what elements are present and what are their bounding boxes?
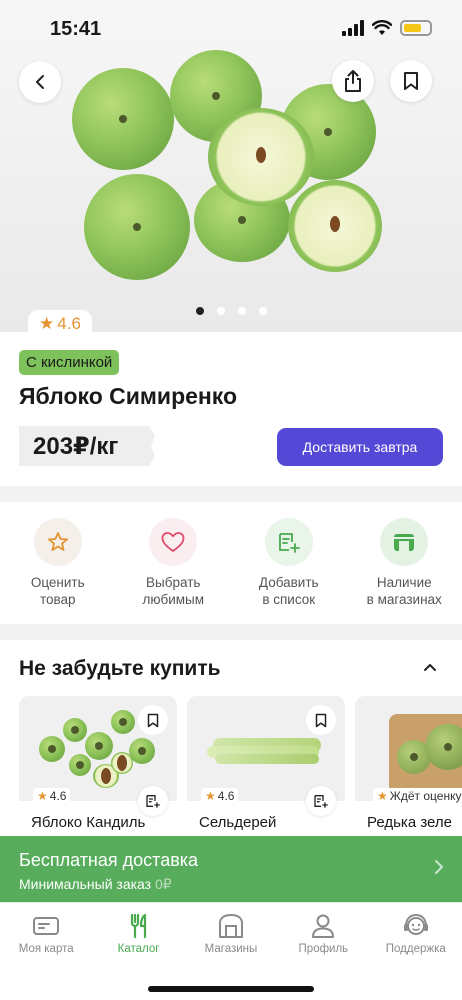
recommendations-section: Не забудьте купить ★ 4.6 Яблоко Кандиль …: [0, 640, 462, 860]
tab-bar: Моя карта Каталог Магазины Профиль Подде…: [0, 902, 462, 1000]
product-card[interactable]: ★ 4.6 Яблоко Кандиль: [19, 696, 177, 846]
star-icon: ★: [205, 789, 216, 803]
apple-half-illustration: [208, 108, 314, 206]
apple-illustration: [84, 174, 190, 280]
apple-illustration: [72, 68, 174, 170]
tab-support[interactable]: Поддержка: [370, 903, 462, 1000]
pagination-dot[interactable]: [217, 307, 225, 315]
status-icons: [342, 20, 432, 36]
bookmark-button[interactable]: [390, 60, 432, 102]
status-bar: 15:41: [0, 0, 462, 58]
share-button[interactable]: [332, 60, 374, 102]
chevron-left-icon: [36, 75, 44, 89]
favorite-action[interactable]: Выбрать любимым: [116, 502, 232, 624]
action-label: Наличие в магазинах: [366, 575, 442, 607]
card-product-name: Редька зеле: [367, 814, 452, 831]
star-icon: ★: [377, 789, 388, 803]
card-bookmark-button[interactable]: [138, 705, 168, 735]
add-to-list-button[interactable]: [306, 786, 336, 816]
store-icon: [380, 518, 429, 566]
apple-half-illustration: [288, 180, 382, 272]
product-info: С кислинкой Яблоко Симиренко 203₽/кг Дос…: [0, 332, 462, 486]
heart-outline-icon: [149, 518, 198, 566]
bookmark-icon: [404, 72, 418, 90]
product-card[interactable]: ★ 4.6 Сельдерей: [187, 696, 345, 846]
pagination-dot[interactable]: [259, 307, 267, 315]
fork-knife-icon: [124, 911, 154, 941]
action-label: Оценить товар: [30, 575, 85, 607]
image-pagination[interactable]: [196, 307, 267, 315]
recommendation-carousel[interactable]: ★ 4.6 Яблоко Кандиль ★ 4.6 Сельдерей ★ Ж…: [19, 696, 462, 846]
card-product-name: Яблоко Кандиль: [31, 814, 146, 831]
product-rating: ★ 4.6: [28, 310, 92, 338]
card-icon: [31, 911, 61, 941]
list-add-icon: [146, 795, 160, 808]
home-indicator: [148, 986, 314, 992]
support-icon: [401, 911, 431, 941]
card-rating: ★ 4.6: [33, 788, 71, 804]
banner-title: Бесплатная доставка: [19, 850, 199, 870]
wifi-icon: [372, 20, 392, 35]
battery-icon: [400, 20, 432, 36]
action-label: Добавить в список: [258, 575, 319, 607]
card-bookmark-button[interactable]: [306, 705, 336, 735]
chevron-up-icon[interactable]: [420, 660, 440, 674]
add-to-list-button[interactable]: [138, 786, 168, 816]
signal-icon: [342, 20, 364, 36]
star-icon: ★: [37, 789, 48, 803]
rate-product-action[interactable]: Оценить товар: [0, 502, 116, 624]
pagination-dot[interactable]: [196, 307, 204, 315]
tab-my-card[interactable]: Моя карта: [0, 903, 92, 1000]
section-title: Не забудьте купить: [19, 657, 221, 680]
banner-subtitle: Минимальный заказ 0₽: [19, 876, 172, 892]
profile-icon: [308, 911, 338, 941]
list-add-icon: [264, 518, 313, 566]
add-to-list-action[interactable]: Добавить в список: [231, 502, 347, 624]
taste-tag: С кислинкой: [19, 350, 120, 375]
share-icon: [345, 70, 361, 92]
chevron-right-icon: [435, 860, 443, 874]
list-add-icon: [314, 795, 328, 808]
free-delivery-banner[interactable]: Бесплатная доставка Минимальный заказ 0₽: [0, 836, 462, 902]
card-product-name: Сельдерей: [199, 814, 277, 831]
pagination-dot[interactable]: [238, 307, 246, 315]
bookmark-icon: [315, 713, 327, 727]
product-card[interactable]: ★ Ждёт оценку Редька зеле: [355, 696, 462, 846]
product-title: Яблоко Симиренко: [19, 383, 238, 409]
action-label: Выбрать любимым: [142, 575, 205, 607]
store-icon: [216, 911, 246, 941]
store-availability-action[interactable]: Наличие в магазинах: [347, 502, 462, 624]
star-outline-icon: [33, 518, 82, 566]
star-icon: ★: [39, 314, 55, 333]
status-time: 15:41: [50, 18, 102, 40]
card-rating: ★ 4.6: [201, 788, 239, 804]
back-button[interactable]: [19, 61, 61, 103]
deliver-tomorrow-button[interactable]: Доставить завтра: [277, 428, 443, 466]
rating-value: 4.6: [57, 314, 81, 333]
product-actions: Оценить товар Выбрать любимым Добавить в…: [0, 502, 462, 624]
card-rating: ★ Ждёт оценку: [373, 788, 462, 804]
product-card-image: [355, 696, 462, 801]
bookmark-icon: [147, 713, 159, 727]
product-price: 203₽/кг: [19, 426, 155, 466]
